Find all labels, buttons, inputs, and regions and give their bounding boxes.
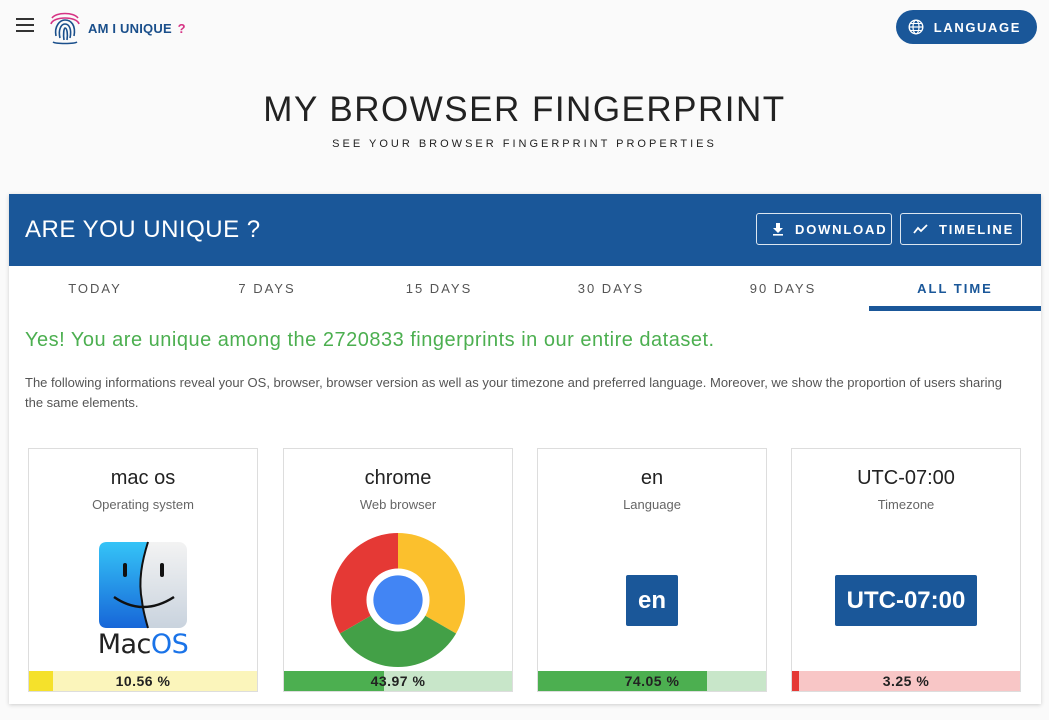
uniqueness-message: Yes! You are unique among the 2720833 fi… [25, 329, 715, 351]
macos-wordmark: MacOS [97, 628, 189, 660]
stat-value: UTC-07:00 [857, 467, 955, 489]
chrome-logo [284, 527, 512, 673]
stat-value: mac os [110, 467, 176, 489]
logo-text: AM I UNIQUE ? [88, 20, 186, 36]
stat-card-language: en Language en 74.05 % [537, 448, 767, 692]
timezone-badge: UTC-07:00 [834, 574, 978, 626]
top-bar: AM I UNIQUE ? LANGUAGE [0, 0, 1049, 56]
language-button[interactable]: LANGUAGE [895, 10, 1037, 44]
tab-90-days[interactable]: 90 DAYS [697, 266, 869, 312]
stat-label: Language [623, 497, 681, 512]
tab-7-days[interactable]: 7 DAYS [181, 266, 353, 312]
stat-card-os: mac os Operating system MacOS 10.56 % [28, 448, 258, 692]
stat-label: Timezone [877, 497, 935, 512]
card-header: ARE YOU UNIQUE ? DOWNLOAD TIMELINE [9, 194, 1041, 266]
download-icon [773, 223, 783, 236]
timezone-visual: UTC-07:00 [792, 527, 1020, 673]
stat-card-browser: chrome Web browser 43.97 % [283, 448, 513, 692]
uniqueness-card: ARE YOU UNIQUE ? DOWNLOAD TIMELINE TODAY… [9, 194, 1041, 704]
globe-icon [908, 19, 924, 35]
stat-label: Operating system [92, 497, 194, 512]
timeline-button[interactable]: TIMELINE [900, 213, 1022, 245]
language-badge: en [625, 574, 678, 626]
share-progress-bar: 43.97 % [284, 671, 512, 691]
hamburger-menu-icon[interactable] [12, 14, 38, 40]
trending-line-icon [913, 224, 928, 234]
stat-value: en [640, 467, 664, 489]
macos-finder-icon [98, 541, 187, 628]
chrome-icon [330, 532, 466, 668]
share-progress-bar: 74.05 % [538, 671, 766, 691]
stat-label: Web browser [359, 497, 437, 512]
download-button[interactable]: DOWNLOAD [756, 213, 892, 245]
share-progress-bar: 3.25 % [792, 671, 1020, 691]
timeline-label: TIMELINE [939, 221, 1015, 237]
page-subtitle: SEE YOUR BROWSER FINGERPRINT PROPERTIES [332, 138, 717, 150]
tab-today[interactable]: TODAY [9, 266, 181, 312]
stat-card-timezone: UTC-07:00 Timezone UTC-07:00 3.25 % [791, 448, 1021, 692]
share-percent: 10.56 % [115, 673, 171, 689]
share-percent: 74.05 % [624, 673, 680, 689]
fingerprint-logo-icon [50, 12, 80, 45]
active-tab-indicator [869, 306, 1041, 311]
language-visual: en [538, 527, 766, 673]
card-title: ARE YOU UNIQUE ? [25, 216, 261, 243]
macos-logo: MacOS [29, 527, 257, 673]
share-percent: 3.25 % [882, 673, 930, 689]
share-progress-bar: 10.56 % [29, 671, 257, 691]
tab-30-days[interactable]: 30 DAYS [525, 266, 697, 312]
page-title: MY BROWSER FINGERPRINT [263, 90, 786, 129]
description-text: The following informations reveal your O… [25, 375, 1002, 410]
stat-value: chrome [364, 467, 432, 489]
language-label: LANGUAGE [933, 19, 1021, 35]
tab-15-days[interactable]: 15 DAYS [353, 266, 525, 312]
share-percent: 43.97 % [370, 673, 426, 689]
download-label: DOWNLOAD [795, 221, 888, 237]
logo[interactable]: AM I UNIQUE ? [48, 10, 186, 46]
